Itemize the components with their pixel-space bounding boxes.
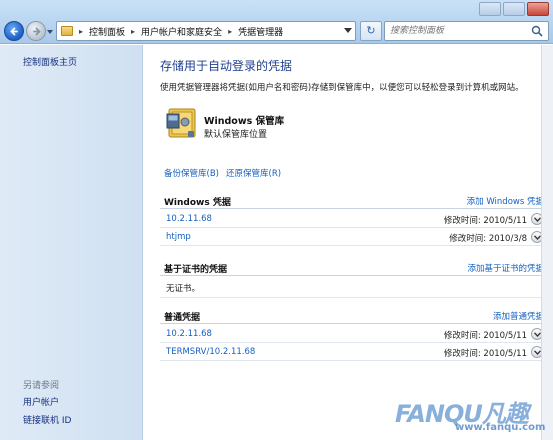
credential-name[interactable]: 10.2.11.68	[166, 329, 212, 339]
link-online-id-link[interactable]: 链接联机 ID	[23, 413, 71, 426]
backup-vault-link[interactable]: 备份保管库(B)	[164, 167, 219, 179]
minimize-button[interactable]	[479, 2, 501, 16]
section-divider	[160, 208, 544, 209]
add-generic-credential-link[interactable]: 添加普通凭据	[493, 310, 544, 322]
breadcrumb-user-accounts[interactable]: 用户帐户和家庭安全	[141, 25, 222, 38]
vertical-scrollbar[interactable]	[541, 45, 553, 440]
page-title: 存储用于自动登录的凭据	[160, 59, 293, 73]
control-panel-icon	[61, 26, 73, 36]
credential-row[interactable]: 10.2.11.68 修改时间: 2010/5/11	[160, 326, 544, 343]
credential-modified: 修改时间: 2010/5/11	[443, 216, 527, 226]
credential-row[interactable]: TERMSRV/10.2.11.68 修改时间: 2010/5/11	[160, 344, 544, 361]
see-also-heading: 另请参阅	[23, 381, 60, 391]
control-panel-home-link[interactable]: 控制面板主页	[23, 55, 77, 68]
address-bar[interactable]: ▸ 控制面板 ▸ 用户帐户和家庭安全 ▸ 凭据管理器	[56, 21, 356, 41]
add-certificate-credential-link[interactable]: 添加基于证书的凭据	[467, 262, 544, 274]
search-icon[interactable]	[531, 25, 543, 37]
left-navigation-pane: 控制面板主页 另请参阅 用户帐户 链接联机 ID	[0, 45, 143, 440]
section-divider	[160, 297, 544, 298]
window-controls	[479, 2, 549, 16]
generic-credentials-header: 普通凭据 添加普通凭据	[160, 308, 544, 324]
credential-name[interactable]: 10.2.11.68	[166, 214, 212, 224]
forward-arrow-icon	[33, 27, 41, 36]
main-content: 存储用于自动登录的凭据 使用凭据管理器将凭据(如用户名和密码)存储到保管库中，以…	[144, 45, 553, 440]
search-input[interactable]	[385, 22, 525, 40]
restore-vault-link[interactable]: 还原保管库(R)	[226, 167, 281, 179]
refresh-icon: ↻	[366, 24, 376, 37]
chevron-down-icon	[534, 350, 541, 355]
breadcrumb: ▸ 控制面板 ▸ 用户帐户和家庭安全 ▸ 凭据管理器	[79, 22, 283, 40]
chevron-down-icon	[534, 332, 541, 337]
vault-subtitle: 默认保管库位置	[204, 130, 268, 140]
credential-modified: 修改时间: 2010/3/8	[449, 234, 527, 244]
breadcrumb-control-panel[interactable]: 控制面板	[89, 25, 125, 38]
credential-modified: 修改时间: 2010/5/11	[443, 349, 527, 359]
vault-safe-icon	[166, 108, 196, 138]
certificate-credentials-header: 基于证书的凭据 添加基于证书的凭据	[160, 260, 544, 276]
back-arrow-icon	[10, 27, 18, 36]
refresh-button[interactable]: ↻	[360, 21, 382, 41]
user-accounts-link[interactable]: 用户帐户	[23, 395, 59, 408]
credential-name[interactable]: htjmp	[166, 232, 191, 242]
address-dropdown-icon[interactable]	[344, 28, 352, 33]
credential-row[interactable]: 10.2.11.68 修改时间: 2010/5/11	[160, 211, 544, 228]
chevron-down-icon	[534, 235, 541, 240]
forward-button[interactable]	[26, 21, 46, 41]
credential-modified: 修改时间: 2010/5/11	[443, 331, 527, 341]
add-windows-credential-link[interactable]: 添加 Windows 凭据	[467, 195, 544, 207]
maximize-button[interactable]	[503, 2, 525, 16]
credential-name[interactable]: TERMSRV/10.2.11.68	[166, 347, 255, 357]
address-toolbar: ▸ 控制面板 ▸ 用户帐户和家庭安全 ▸ 凭据管理器 ↻	[0, 0, 553, 44]
breadcrumb-separator[interactable]: ▸	[131, 27, 135, 36]
back-button[interactable]	[4, 21, 24, 41]
breadcrumb-credential-manager[interactable]: 凭据管理器	[238, 25, 283, 38]
section-divider	[160, 275, 544, 276]
vault-name[interactable]: Windows 保管库	[204, 113, 284, 127]
section-title: 普通凭据	[164, 313, 201, 323]
section-divider	[160, 323, 544, 324]
windows-credentials-header: Windows 凭据 添加 Windows 凭据	[160, 193, 544, 209]
no-certificates-text: 无证书。	[166, 284, 201, 294]
section-title: 基于证书的凭据	[164, 265, 228, 275]
breadcrumb-separator: ▸	[79, 26, 84, 36]
breadcrumb-separator[interactable]: ▸	[228, 27, 232, 36]
recent-pages-dropdown-icon[interactable]	[46, 28, 54, 36]
search-box[interactable]	[384, 21, 549, 41]
credential-row[interactable]: htjmp 修改时间: 2010/3/8	[160, 229, 544, 246]
chevron-down-icon	[534, 217, 541, 222]
page-description: 使用凭据管理器将凭据(如用户名和密码)存储到保管库中，以便您可以轻松登录到计算机…	[160, 83, 524, 93]
close-button[interactable]	[527, 2, 549, 16]
section-title: Windows 凭据	[164, 198, 231, 208]
